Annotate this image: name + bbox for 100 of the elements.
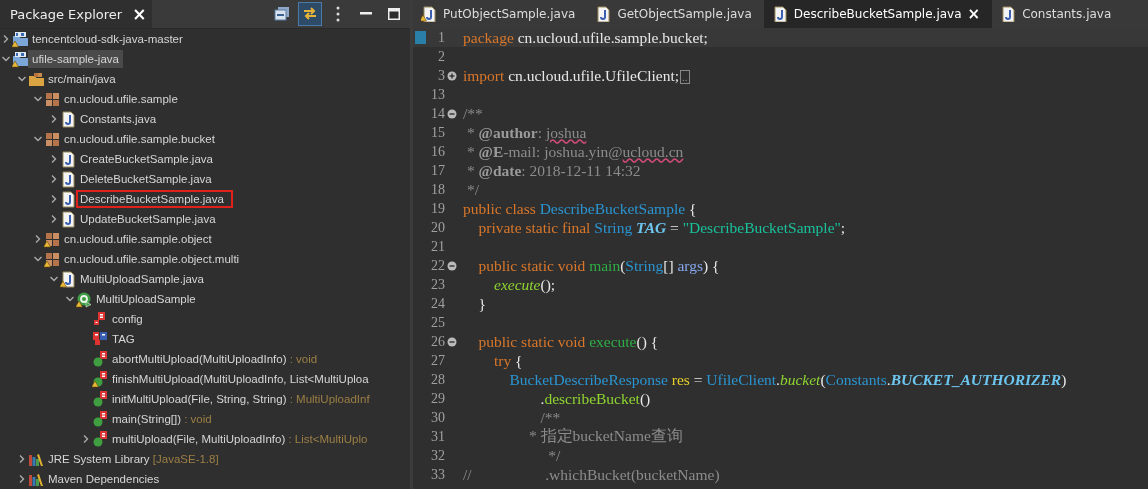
tree-item[interactable]: tencentcloud-sdk-java-master bbox=[28, 30, 187, 48]
tree-item[interactable]: config bbox=[108, 310, 147, 328]
source-folder-icon bbox=[28, 70, 44, 88]
collapse-chevron-icon[interactable] bbox=[33, 94, 43, 104]
tree-item[interactable]: cn.ucloud.ufile.sample.object bbox=[60, 230, 216, 248]
line-number: 1 bbox=[437, 29, 445, 46]
collapse-chevron-icon[interactable] bbox=[17, 74, 27, 84]
tree-item[interactable]: abortMultiUpload(MultiUploadInfo) : void bbox=[108, 350, 322, 368]
package-explorer-tab[interactable]: Package Explorer × bbox=[0, 0, 153, 28]
ruler-marker bbox=[415, 31, 426, 44]
expand-chevron-icon[interactable] bbox=[17, 454, 27, 464]
fold-expand-icon[interactable] bbox=[447, 70, 457, 81]
maximize-icon[interactable] bbox=[385, 5, 403, 23]
tree-item[interactable]: DeleteBucketSample.java bbox=[76, 170, 216, 188]
code-line: package cn.ucloud.ufile.sample.bucket; bbox=[462, 28, 708, 47]
code-line: public static void execute() { bbox=[477, 332, 659, 351]
tree-item[interactable]: initMultiUpload(File, String, String) : MultiUploadInf bbox=[108, 390, 374, 408]
static-field-icon bbox=[92, 310, 108, 328]
code-line: * @date: 2018-12-11 14:32 bbox=[465, 161, 641, 180]
line-number: 29 bbox=[430, 390, 445, 407]
code-line: execute(); bbox=[493, 275, 556, 294]
tree-item[interactable]: multiUpload(File, MultiUploadInfo) : List<MultiUplo bbox=[108, 430, 372, 448]
code-line: */ bbox=[547, 446, 561, 465]
code-line: /** bbox=[462, 104, 483, 123]
expand-chevron-icon[interactable] bbox=[49, 154, 59, 164]
tree-item[interactable]: JRE System Library [JavaSE-1.8] bbox=[44, 450, 223, 468]
line-number: 2 bbox=[437, 48, 445, 65]
line-number: 26 bbox=[430, 333, 445, 350]
editor-tab[interactable]: GetObjectSample.java bbox=[587, 0, 764, 28]
expand-chevron-icon[interactable] bbox=[17, 474, 27, 484]
tree-item[interactable]: cn.ucloud.ufile.sample.object.multi bbox=[60, 250, 244, 268]
line-number: 28 bbox=[430, 371, 445, 388]
close-icon[interactable]: × bbox=[132, 4, 147, 24]
collapse-chevron-icon[interactable] bbox=[1, 54, 11, 64]
editor-tab[interactable]: Constants.java bbox=[992, 0, 1124, 28]
tree-item[interactable]: UpdateBucketSample.java bbox=[76, 210, 220, 228]
code-line: try { bbox=[493, 351, 523, 370]
java-file-icon bbox=[60, 190, 76, 208]
package-icon bbox=[44, 90, 60, 108]
code-line: */ bbox=[465, 180, 479, 199]
expand-chevron-icon[interactable] bbox=[49, 214, 59, 224]
java-file-icon bbox=[60, 110, 76, 128]
collapse-chevron-icon[interactable] bbox=[65, 294, 75, 304]
code-line: public class DescribeBucketSample { bbox=[462, 199, 697, 218]
expand-chevron-icon[interactable] bbox=[49, 114, 59, 124]
collapse-all-icon[interactable] bbox=[273, 5, 291, 23]
expand-chevron-icon[interactable] bbox=[1, 34, 11, 44]
close-icon[interactable]: × bbox=[967, 5, 981, 23]
fold-collapse-icon[interactable] bbox=[447, 108, 457, 119]
java-file-icon bbox=[60, 150, 76, 168]
package-icon bbox=[44, 130, 60, 148]
code-line: .describeBucket() bbox=[539, 389, 651, 408]
code-line: // .whichBucket(bucketName) bbox=[462, 465, 720, 484]
expand-chevron-icon[interactable] bbox=[33, 234, 43, 244]
code-line: /** bbox=[539, 408, 561, 427]
static-method-icon bbox=[92, 350, 108, 368]
fold-collapse-icon[interactable] bbox=[447, 336, 457, 347]
collapse-chevron-icon[interactable] bbox=[33, 134, 43, 144]
tree-item[interactable]: Constants.java bbox=[76, 110, 161, 128]
tree-item[interactable]: Maven Dependencies bbox=[44, 470, 164, 488]
expand-chevron-icon[interactable] bbox=[49, 174, 59, 184]
tree-item[interactable]: main(String[]) : void bbox=[108, 410, 216, 428]
constant-field-icon bbox=[92, 330, 108, 348]
line-number: 16 bbox=[430, 143, 445, 160]
tree-item[interactable]: CreateBucketSample.java bbox=[76, 150, 217, 168]
code-line: public static void main(String[] args) { bbox=[477, 256, 720, 275]
line-number: 20 bbox=[430, 219, 445, 236]
line-number: 19 bbox=[430, 200, 445, 217]
tree-item[interactable]: MultiUploadSample.java bbox=[76, 270, 208, 288]
code-line: private static final String TAG = "DescribeBucketSample"; bbox=[477, 218, 846, 237]
code-line: BucketDescribeResponse res = UfileClient.bucket(Constants.BUCKET_AUTHORIZER) bbox=[508, 370, 1067, 389]
line-number: 33 bbox=[430, 466, 445, 483]
collapse-chevron-icon[interactable] bbox=[33, 254, 43, 264]
tree-item[interactable]: cn.ucloud.ufile.sample bbox=[60, 90, 182, 108]
editor-tab[interactable]: DescribeBucketSample.java × bbox=[763, 0, 993, 28]
line-number: 25 bbox=[430, 314, 445, 331]
line-number: 18 bbox=[430, 181, 445, 198]
line-number: 23 bbox=[430, 276, 445, 293]
line-number: 31 bbox=[430, 428, 445, 445]
line-number: 17 bbox=[430, 162, 445, 179]
tree-item[interactable]: src/main/java bbox=[44, 70, 120, 88]
code-line: import cn.ucloud.ufile.UfileClient; .. bbox=[462, 66, 690, 85]
line-number: 32 bbox=[430, 447, 445, 464]
editor-tab[interactable]: PutObjectSample.java bbox=[413, 0, 588, 28]
tree-item[interactable]: finishMultiUpload(MultiUploadInfo, List<MultiUploa bbox=[108, 370, 373, 388]
collapse-chevron-icon[interactable] bbox=[49, 274, 59, 284]
expand-chevron-icon[interactable] bbox=[81, 434, 91, 444]
code-line: * @E-mail: joshua.yin@ucloud.cn bbox=[465, 142, 684, 161]
tree-item[interactable]: TAG bbox=[108, 330, 139, 348]
static-method-icon bbox=[92, 410, 108, 428]
tree-item[interactable]: ufile-sample-java bbox=[28, 50, 123, 68]
line-number: 24 bbox=[430, 295, 445, 312]
line-number: 21 bbox=[430, 238, 445, 255]
line-number: 13 bbox=[430, 86, 445, 103]
line-number: 3 bbox=[437, 67, 445, 84]
tree-item[interactable]: MultiUploadSample bbox=[92, 290, 200, 308]
fold-collapse-icon[interactable] bbox=[447, 260, 457, 271]
tree-item[interactable]: DescribeBucketSample.java bbox=[76, 190, 233, 208]
tree-item[interactable]: cn.ucloud.ufile.sample.bucket bbox=[60, 130, 219, 148]
expand-chevron-icon[interactable] bbox=[49, 194, 59, 204]
